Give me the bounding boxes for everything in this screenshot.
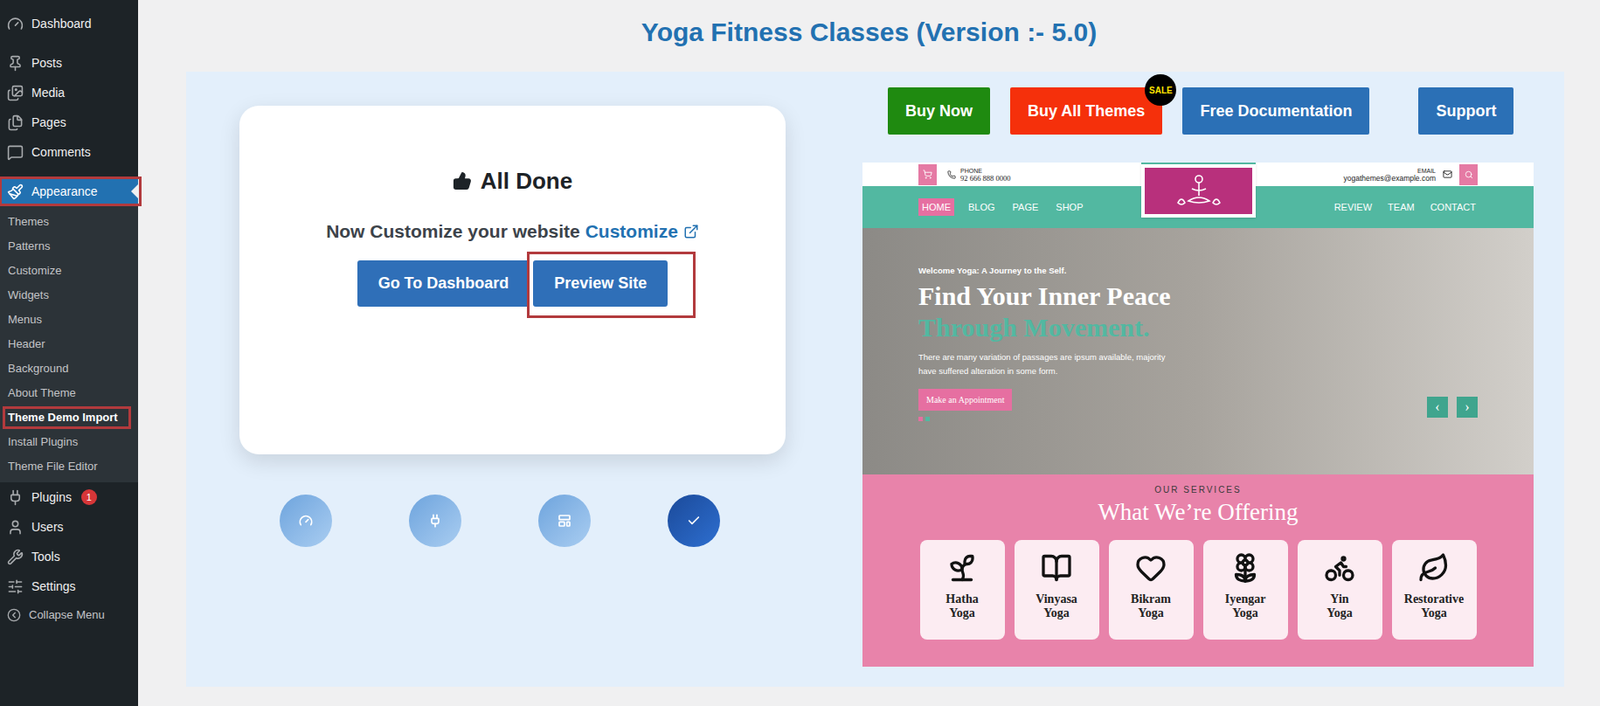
sidebar-item[interactable]: Plugins1 [0,482,139,513]
preview-logo [1141,162,1256,218]
submenu-item[interactable]: Widgets [0,283,139,308]
submenu-item[interactable]: Theme Demo Import [0,405,139,430]
search-icon [1464,170,1474,180]
preview-nav-item[interactable]: TEAM [1385,198,1417,217]
wizard-button[interactable]: Preview Site [533,260,668,307]
customize-prompt: Now Customize your websiteCustomize [325,219,700,244]
hero-photo: Welcome Yoga: A Journey to the Self.Find… [862,228,1534,475]
step-circle[interactable] [538,494,591,548]
sidebar-item[interactable]: Posts [0,48,139,78]
sidebar-item[interactable]: Pages [0,107,139,138]
step-circle[interactable] [667,494,721,548]
page-title: Yoga Fitness Classes (Version :- 5.0) [138,16,1600,49]
preview-nav-item[interactable]: BLOG [964,198,999,217]
service-icon [1323,552,1356,584]
service-card[interactable]: Hatha Yoga [920,540,1005,640]
menu-icon [6,144,24,161]
sidebar-item[interactable]: Users [0,512,139,542]
thumbs-up-icon [452,171,472,191]
submenu: ThemesPatternsCustomizeWidgetsMenusHeade… [0,206,139,483]
submenu-item[interactable]: Background [0,356,139,381]
step-circle[interactable] [279,494,333,548]
submenu-item[interactable]: Themes [0,209,139,235]
done-card: All Done Now Customize your websiteCustom… [239,105,786,455]
service-card[interactable]: Yin Yoga [1297,540,1383,640]
service-icon [1418,552,1450,584]
cart-icon [922,169,933,180]
submenu-item[interactable]: Install Plugins [0,429,139,455]
menu-icon [6,578,24,596]
theme-preview: PHONE92 666 888 0000EMAILyogathemes@exam… [862,162,1534,667]
service-icon [1040,552,1073,584]
service-icon [1135,552,1167,584]
menu-icon [6,114,24,132]
customize-link[interactable]: Customize [585,219,700,244]
service-card[interactable]: Vinyasa Yoga [1014,540,1100,640]
main-content: Yoga Fitness Classes (Version :- 5.0) All… [138,0,1600,706]
menu-icon [6,519,24,536]
external-link-icon [683,223,700,240]
highlight-box [2,406,132,430]
action-button[interactable]: Buy Now [887,87,991,135]
preview-nav-item[interactable]: HOME [918,198,955,217]
menu-icon [6,548,24,566]
service-card[interactable]: Iyengar Yoga [1203,540,1289,640]
admin-sidebar: Dashboard PostsMediaPagesComments Appearan… [0,0,139,706]
submenu-item[interactable]: About Theme [0,380,139,406]
collapse-menu[interactable]: Collapse Menu [0,601,139,630]
sidebar-item[interactable]: Tools [0,541,139,572]
submenu-item[interactable]: Menus [0,307,139,333]
slide-dot[interactable] [918,416,923,422]
service-card[interactable]: Restorative Yoga [1392,540,1477,640]
yoga-logo-icon [1172,171,1226,212]
current-arrow [131,184,139,199]
sidebar-item[interactable]: Appearance [0,176,139,207]
step-icon [428,513,443,528]
step-icon [557,513,572,528]
service-card[interactable]: Bikram Yoga [1108,540,1194,640]
preview-nav-item[interactable]: REVIEW [1332,198,1374,217]
submenu-item[interactable]: Header [0,332,139,357]
done-heading: All Done [452,166,573,195]
step-indicators [239,494,786,548]
prev-slide-button[interactable]: ‹ [1426,396,1448,418]
highlight-box [0,176,142,207]
sidebar-item[interactable]: Media [0,77,139,108]
sidebar-item[interactable]: Comments [0,137,139,167]
menu-icon [6,84,24,102]
sale-badge: SALE [1144,74,1177,106]
mail-icon [1442,169,1453,180]
menu-icon [6,55,24,72]
update-badge: 1 [81,489,97,506]
import-panel: All Done Now Customize your websiteCustom… [186,71,1565,687]
wizard-button[interactable]: Go To Dashboard [357,260,531,307]
service-icon [1229,552,1261,584]
step-icon [686,513,701,528]
preview-nav-item[interactable]: CONTACT [1428,198,1478,217]
action-button[interactable]: Buy All Themes [1010,87,1163,135]
submenu-item[interactable]: Customize [0,258,139,284]
sidebar-item[interactable]: Dashboard [0,8,139,39]
preview-nav-item[interactable]: PAGE [1009,198,1043,217]
highlight-box [526,251,696,319]
sidebar-item[interactable]: Settings [0,571,139,602]
step-icon [298,513,313,528]
collapse-icon [6,608,21,623]
action-button[interactable]: Free Documentation [1182,87,1370,135]
submenu-item[interactable]: Theme File Editor [0,454,139,479]
service-icon [946,552,978,584]
submenu-item[interactable]: Patterns [0,234,139,259]
menu-icon [6,15,24,33]
menu-icon [6,183,24,201]
phone-icon [947,170,956,180]
preview-nav-item[interactable]: SHOP [1052,198,1087,217]
menu-icon [6,489,24,506]
services-section: OUR SERVICESWhat We’re OfferingHatha Yog… [862,474,1534,667]
step-circle[interactable] [408,494,462,548]
slide-dot[interactable] [925,416,930,422]
action-button[interactable]: Support [1418,87,1514,135]
wp-admin: Dashboard PostsMediaPagesComments Appearan… [0,0,1600,706]
appointment-button[interactable]: Make an Appointment [918,388,1012,411]
next-slide-button[interactable]: › [1456,396,1478,418]
